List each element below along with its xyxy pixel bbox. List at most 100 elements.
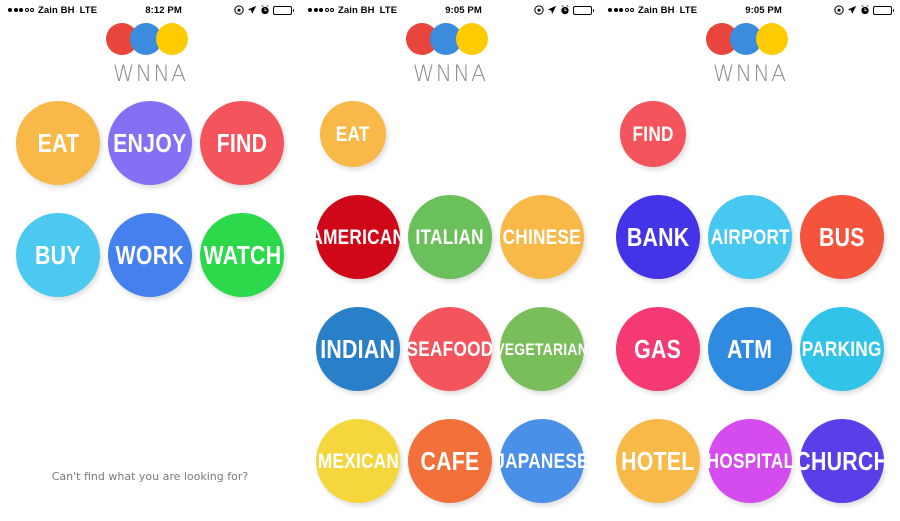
category-bubble-airport[interactable]: AIRPORT bbox=[708, 195, 792, 279]
category-bubble-vegetarian[interactable]: VEGETARIAN bbox=[496, 307, 588, 391]
network-type-label: LTE bbox=[379, 4, 398, 16]
logo-circles-icon bbox=[106, 23, 194, 55]
signal-dot bbox=[313, 8, 318, 12]
signal-dot bbox=[19, 8, 23, 12]
bubble-row: EAT bbox=[300, 101, 600, 167]
category-bubble-bus[interactable]: BUS bbox=[800, 195, 884, 279]
battery-icon bbox=[273, 5, 294, 15]
category-bubble-hotel[interactable]: HOTEL bbox=[616, 419, 700, 503]
app-title: WNNA bbox=[112, 62, 188, 87]
app-title: WNNA bbox=[412, 62, 488, 87]
category-bubble-label: GAS bbox=[634, 334, 682, 364]
category-bubble-indian[interactable]: INDIAN bbox=[316, 307, 400, 391]
category-bubble-seafood[interactable]: SEAFOOD bbox=[406, 307, 494, 391]
bubble-row: HOTEL HOSPITAL CHURCH bbox=[600, 419, 900, 503]
signal-dot bbox=[619, 8, 623, 12]
app-logo: WNNA bbox=[600, 23, 900, 87]
category-bubble-label: BUS bbox=[819, 222, 865, 252]
battery-icon bbox=[873, 5, 894, 15]
category-bubble-label: VEGETARIAN bbox=[495, 339, 589, 359]
category-bubble-mexican[interactable]: MEXICAN bbox=[316, 419, 400, 503]
bubble-grid: FIND BANK AIRPORT BUS GAS ATM PARKING HOTEL HOSP… bbox=[600, 101, 900, 503]
category-bubble-enjoy[interactable]: ENJOY bbox=[108, 101, 192, 185]
category-bubble-eat[interactable]: EAT bbox=[320, 101, 386, 167]
category-bubble-label: HOTEL bbox=[621, 446, 695, 476]
category-bubble-eat[interactable]: EAT bbox=[16, 101, 100, 185]
category-bubble-label: INDIAN bbox=[320, 334, 396, 364]
alarm-clock-icon bbox=[260, 5, 270, 15]
carrier-label: Zain BH bbox=[338, 4, 375, 16]
signal-dot bbox=[608, 8, 612, 12]
signal-dot bbox=[8, 8, 12, 12]
category-bubble-label: ATM bbox=[727, 334, 773, 364]
status-bar-left: Zain BH LTE bbox=[8, 5, 97, 16]
signal-dot-empty bbox=[324, 8, 329, 12]
category-bubble-label: ENJOY bbox=[113, 128, 187, 158]
status-bar-left: Zain BH LTE bbox=[608, 5, 697, 16]
category-bubble-label: AIRPORT bbox=[710, 225, 790, 249]
category-bubble-italian[interactable]: ITALIAN bbox=[408, 195, 492, 279]
category-bubble-label: CHURCH bbox=[795, 446, 889, 476]
category-bubble-buy[interactable]: BUY bbox=[16, 213, 100, 297]
screen-eat-category: Zain BH LTE 9:05 PM WNNA EAT AMERICAN ITALIAN C… bbox=[300, 0, 600, 521]
status-bar-left: Zain BH LTE bbox=[308, 5, 397, 16]
category-bubble-label: ITALIAN bbox=[415, 225, 485, 249]
help-link[interactable]: Can't find what you are looking for? bbox=[0, 470, 300, 483]
network-type-label: LTE bbox=[679, 4, 698, 16]
rotation-lock-icon bbox=[834, 5, 844, 15]
category-bubble-gas[interactable]: GAS bbox=[616, 307, 700, 391]
rotation-lock-icon bbox=[534, 5, 544, 15]
signal-dot-empty bbox=[624, 8, 629, 12]
battery-icon bbox=[573, 5, 594, 15]
screen-home: Zain BH LTE 8:12 PM WNNA EAT ENJOY FIND BUY WORK… bbox=[0, 0, 300, 521]
carrier-label: Zain BH bbox=[638, 4, 675, 16]
signal-dot-empty bbox=[330, 8, 334, 12]
status-bar-right bbox=[234, 5, 294, 15]
category-bubble-label: CAFE bbox=[420, 446, 480, 476]
category-bubble-label: JAPANESE bbox=[495, 449, 589, 473]
category-bubble-church[interactable]: CHURCH bbox=[795, 419, 889, 503]
category-bubble-watch[interactable]: WATCH bbox=[200, 213, 284, 297]
logo-circles-icon bbox=[706, 23, 794, 55]
bubble-row: MEXICAN CAFE JAPANESE bbox=[300, 419, 600, 503]
category-bubble-japanese[interactable]: JAPANESE bbox=[495, 419, 589, 503]
alarm-clock-icon bbox=[860, 5, 870, 15]
app-title: WNNA bbox=[712, 62, 788, 87]
category-bubble-label: AMERICAN bbox=[310, 225, 406, 249]
category-bubble-find[interactable]: FIND bbox=[620, 101, 686, 167]
category-bubble-atm[interactable]: ATM bbox=[708, 307, 792, 391]
network-type-label: LTE bbox=[79, 4, 98, 16]
bubble-grid: EAT ENJOY FIND BUY WORK WATCH bbox=[0, 101, 300, 297]
category-bubble-parking[interactable]: PARKING bbox=[800, 307, 884, 391]
app-logo: WNNA bbox=[0, 23, 300, 87]
category-bubble-cafe[interactable]: CAFE bbox=[408, 419, 492, 503]
signal-dot-empty bbox=[30, 8, 34, 12]
bubble-row: BANK AIRPORT BUS bbox=[600, 195, 900, 279]
location-arrow-icon bbox=[247, 5, 257, 15]
signal-dot bbox=[613, 8, 618, 12]
category-bubble-american[interactable]: AMERICAN bbox=[311, 195, 405, 279]
signal-strength-icon bbox=[308, 8, 334, 12]
signal-dot bbox=[308, 8, 312, 12]
status-bar: Zain BH LTE 9:05 PM bbox=[600, 0, 900, 20]
signal-dot-empty bbox=[630, 8, 634, 12]
clock-label: 9:05 PM bbox=[745, 4, 782, 16]
category-bubble-work[interactable]: WORK bbox=[108, 213, 192, 297]
location-arrow-icon bbox=[847, 5, 857, 15]
category-bubble-label: SEAFOOD bbox=[406, 337, 494, 361]
logo-circles-icon bbox=[406, 23, 494, 55]
carrier-label: Zain BH bbox=[38, 4, 75, 16]
status-bar: Zain BH LTE 8:12 PM bbox=[0, 0, 300, 20]
signal-dot bbox=[319, 8, 323, 12]
bubble-row: FIND bbox=[600, 101, 900, 167]
bubble-row: INDIAN SEAFOOD VEGETARIAN bbox=[300, 307, 600, 391]
category-bubble-hospital[interactable]: HOSPITAL bbox=[706, 419, 794, 503]
status-bar: Zain BH LTE 9:05 PM bbox=[300, 0, 600, 20]
category-bubble-label: FIND bbox=[216, 128, 268, 158]
category-bubble-chinese[interactable]: CHINESE bbox=[500, 195, 584, 279]
app-logo: WNNA bbox=[300, 23, 600, 87]
category-bubble-find[interactable]: FIND bbox=[200, 101, 284, 185]
signal-strength-icon bbox=[8, 8, 34, 12]
category-bubble-label: BANK bbox=[626, 222, 690, 252]
category-bubble-bank[interactable]: BANK bbox=[616, 195, 700, 279]
